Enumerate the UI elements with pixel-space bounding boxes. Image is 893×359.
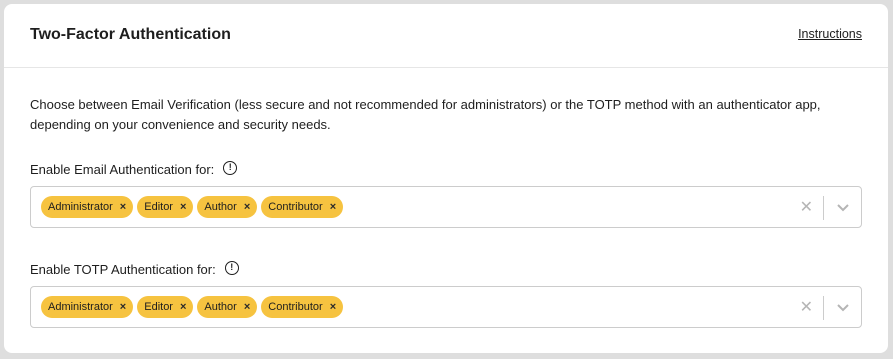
remove-tag-icon[interactable]: × (120, 201, 126, 213)
two-factor-card: Two-Factor Authentication Instructions C… (4, 4, 888, 353)
tag-administrator: Administrator × (41, 296, 134, 318)
remove-tag-icon[interactable]: × (120, 301, 126, 313)
remove-tag-icon[interactable]: × (330, 301, 336, 313)
info-icon[interactable]: ! (223, 160, 238, 175)
remove-tag-icon[interactable]: × (180, 201, 186, 213)
tag-label: Administrator (48, 201, 113, 213)
remove-tag-icon[interactable]: × (330, 201, 336, 213)
totp-auth-label-text: Enable TOTP Authentication for: (30, 262, 216, 277)
card-header: Two-Factor Authentication Instructions (4, 4, 888, 68)
totp-auth-select[interactable]: Administrator × Editor × Author × Contri… (30, 286, 862, 328)
tag-label: Contributor (268, 301, 323, 313)
tag-label: Editor (144, 201, 173, 213)
email-auth-label-text: Enable Email Authentication for: (30, 162, 215, 177)
select-separator (823, 196, 824, 220)
remove-tag-icon[interactable]: × (244, 201, 250, 213)
clear-all-icon[interactable]: ✕ (800, 197, 813, 217)
chevron-down-icon[interactable] (836, 300, 850, 314)
card-title: Two-Factor Authentication (30, 26, 231, 43)
totp-auth-label: Enable TOTP Authentication for: ! (30, 260, 239, 277)
tag-label: Administrator (48, 301, 113, 313)
tag-editor: Editor × (137, 296, 194, 318)
tag-author: Author × (197, 196, 258, 218)
tag-label: Contributor (268, 201, 323, 213)
description-text: Choose between Email Verification (less … (30, 97, 821, 132)
tag-label: Author (204, 201, 237, 213)
tag-contributor: Contributor × (261, 296, 344, 318)
email-auth-select[interactable]: Administrator × Editor × Author × Contri… (30, 186, 862, 228)
email-auth-label: Enable Email Authentication for: ! (30, 160, 238, 177)
info-icon[interactable]: ! (224, 260, 239, 275)
tag-administrator: Administrator × (41, 196, 134, 218)
tag-contributor: Contributor × (261, 196, 344, 218)
tag-editor: Editor × (137, 196, 194, 218)
totp-auth-tags: Administrator × Editor × Author × Contri… (41, 296, 344, 318)
chevron-down-icon[interactable] (836, 200, 850, 214)
remove-tag-icon[interactable]: × (244, 301, 250, 313)
select-separator (823, 296, 824, 320)
email-auth-tags: Administrator × Editor × Author × Contri… (41, 196, 344, 218)
tag-label: Editor (144, 301, 173, 313)
tag-author: Author × (197, 296, 258, 318)
tag-label: Author (204, 301, 237, 313)
remove-tag-icon[interactable]: × (180, 301, 186, 313)
clear-all-icon[interactable]: ✕ (800, 297, 813, 317)
instructions-link[interactable]: Instructions (798, 27, 862, 41)
